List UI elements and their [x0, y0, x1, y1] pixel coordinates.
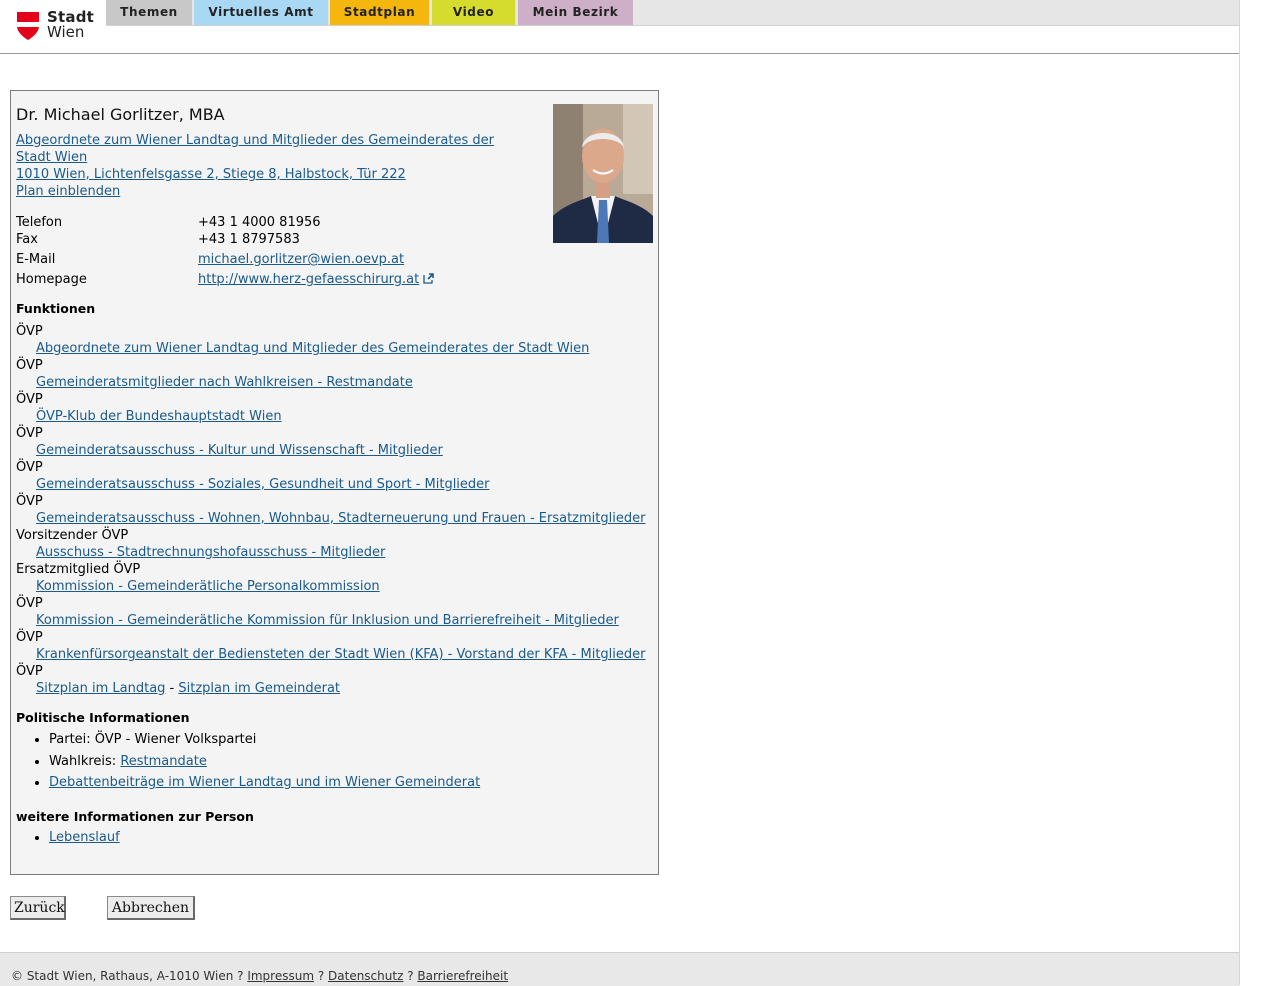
back-button[interactable]: Zurück — [10, 896, 66, 920]
seat-plan-gemeinderat-link[interactable]: Sitzplan im Gemeinderat — [178, 681, 340, 696]
function-link[interactable]: ÖVP-Klub der Bundeshauptstadt Wien — [16, 408, 656, 425]
function-item: ÖVP Gemeinderatsausschuss - Soziales, Ges… — [16, 459, 656, 493]
site-header: Stadt Wien Themen Virtuelles Amt Stadtpl… — [0, 0, 1239, 54]
function-party: ÖVP — [16, 358, 43, 373]
district-label: Wahlkreis: — [49, 753, 121, 769]
functions-heading: Funktionen — [16, 301, 96, 316]
district-item: Wahlkreis: Restmandate — [49, 751, 480, 773]
email-row: E-Mail michael.gorlitzer@wien.oevp.at — [16, 251, 616, 268]
political-info-heading: Politische Informationen — [16, 710, 190, 725]
tab-stadtplan[interactable]: Stadtplan — [330, 0, 429, 25]
cv-link[interactable]: Lebenslauf — [49, 830, 120, 845]
function-item: ÖVP Abgeordnete zum Wiener Landtag und Mi… — [16, 323, 656, 357]
function-item: ÖVP Krankenfürsorgeanstalt der Bedienstet… — [16, 629, 656, 663]
tab-video[interactable]: Video — [432, 0, 515, 25]
main-nav: Themen Virtuelles Amt Stadtplan Video Me… — [106, 0, 1239, 26]
tab-themen[interactable]: Themen — [106, 0, 192, 25]
function-party: Ersatzmitglied ÖVP — [16, 562, 141, 577]
phone-label: Telefon — [16, 215, 63, 230]
email-link[interactable]: michael.gorlitzer@wien.oevp.at — [198, 251, 404, 268]
fax-label: Fax — [16, 232, 38, 247]
function-link[interactable]: Abgeordnete zum Wiener Landtag und Mitgl… — [16, 340, 656, 357]
function-item: Ersatzmitglied ÖVP Kommission - Gemeinder… — [16, 561, 656, 595]
stadt-wien-logo[interactable]: Stadt Wien — [16, 10, 96, 42]
function-link[interactable]: Ausschuss - Stadtrechnungshofausschuss -… — [16, 544, 656, 561]
datenschutz-link[interactable]: Datenschutz — [328, 969, 403, 983]
copyright-text: © Stadt Wien, Rathaus, A-1010 Wien ? — [11, 969, 248, 983]
political-info-list: Partei: ÖVP - Wiener Volkspartei Wahlkre… — [16, 729, 480, 794]
function-link[interactable]: Gemeinderatsmitglieder nach Wahlkreisen … — [16, 374, 656, 391]
function-item: Vorsitzender ÖVP Ausschuss - Stadtrechnun… — [16, 527, 656, 561]
footer-separator: ? — [403, 969, 418, 983]
address-link[interactable]: 1010 Wien, Lichtenfelsgasse 2, Stiege 8,… — [16, 166, 516, 183]
impressum-link[interactable]: Impressum — [247, 969, 314, 983]
more-info-list: Lebenslauf — [16, 827, 120, 848]
more-info-heading: weitere Informationen zur Person — [16, 809, 254, 824]
function-link[interactable]: Kommission - Gemeinderätliche Personalko… — [16, 578, 656, 595]
homepage-label: Homepage — [16, 272, 87, 287]
function-party: ÖVP — [16, 324, 43, 339]
fax-value: +43 1 8797583 — [198, 232, 300, 247]
page-right-margin — [1239, 0, 1280, 985]
function-link[interactable]: Gemeinderatsausschuss - Wohnen, Wohnbau,… — [16, 510, 656, 527]
district-link[interactable]: Restmandate — [120, 754, 207, 769]
seating-plan-item: ÖVP Sitzplan im Landtag - Sitzplan im Ge… — [16, 663, 656, 697]
external-link-icon — [423, 273, 435, 284]
function-item: ÖVP Gemeinderatsausschuss - Kultur und Wi… — [16, 425, 656, 459]
phone-value: +43 1 4000 81956 — [198, 215, 321, 230]
function-item: ÖVP Kommission - Gemeinderätliche Kommiss… — [16, 595, 656, 629]
footer-separator: ? — [314, 969, 329, 983]
email-label: E-Mail — [16, 252, 56, 267]
function-link[interactable]: Gemeinderatsausschuss - Soziales, Gesund… — [16, 476, 656, 493]
function-party: ÖVP — [16, 664, 43, 679]
person-name: Dr. Michael Gorlitzer, MBA — [16, 105, 225, 124]
logo-line2: Wien — [47, 23, 85, 41]
cancel-button[interactable]: Abbrechen — [107, 896, 195, 920]
logo-text: Stadt Wien — [47, 10, 94, 40]
function-link[interactable]: Gemeinderatsausschuss - Kultur und Wisse… — [16, 442, 656, 459]
seat-plan-separator: - — [165, 681, 179, 696]
homepage-link[interactable]: http://www.herz-gefaesschirurg.at — [198, 272, 419, 287]
function-link[interactable]: Kommission - Gemeinderätliche Kommission… — [16, 612, 656, 629]
function-party: Vorsitzender ÖVP — [16, 528, 129, 543]
function-item: ÖVP Gemeinderatsausschuss - Wohnen, Wohnb… — [16, 493, 656, 527]
function-item: ÖVP ÖVP-Klub der Bundeshauptstadt Wien — [16, 391, 656, 425]
show-map-link[interactable]: Plan einblenden — [16, 183, 516, 200]
function-party: ÖVP — [16, 630, 43, 645]
homepage-row: Homepage http://www.herz-gefaesschirurg.… — [16, 271, 616, 288]
function-party: ÖVP — [16, 494, 43, 509]
footer-text: © Stadt Wien, Rathaus, A-1010 Wien ? Imp… — [11, 969, 508, 983]
person-links: Abgeordnete zum Wiener Landtag und Mitgl… — [16, 132, 516, 200]
party-item: Partei: ÖVP - Wiener Volkspartei — [49, 729, 480, 751]
function-item: ÖVP Gemeinderatsmitglieder nach Wahlkreis… — [16, 357, 656, 391]
contact-table: Telefon +43 1 4000 81956 Fax +43 1 87975… — [16, 214, 616, 288]
tab-mein-bezirk[interactable]: Mein Bezirk — [518, 0, 633, 25]
function-party: ÖVP — [16, 460, 43, 475]
phone-row: Telefon +43 1 4000 81956 — [16, 214, 616, 231]
role-link[interactable]: Abgeordnete zum Wiener Landtag und Mitgl… — [16, 132, 516, 166]
cv-item: Lebenslauf — [49, 827, 120, 848]
seat-plan-landtag-link[interactable]: Sitzplan im Landtag — [36, 681, 165, 696]
barrierefreiheit-link[interactable]: Barrierefreiheit — [417, 969, 508, 983]
debates-link[interactable]: Debattenbeiträge im Wiener Landtag und i… — [49, 775, 480, 790]
fax-row: Fax +43 1 8797583 — [16, 231, 616, 248]
debates-item: Debattenbeiträge im Wiener Landtag und i… — [49, 772, 480, 794]
homepage-value: http://www.herz-gefaesschirurg.at — [198, 271, 435, 288]
function-party: ÖVP — [16, 426, 43, 441]
tab-virtuelles-amt[interactable]: Virtuelles Amt — [194, 0, 328, 25]
function-party: ÖVP — [16, 596, 43, 611]
wien-shield-icon — [17, 12, 39, 40]
seating-plan-links: Sitzplan im Landtag - Sitzplan im Gemein… — [16, 680, 656, 697]
function-link[interactable]: Krankenfürsorgeanstalt der Bediensteten … — [16, 646, 656, 663]
person-detail-card: Dr. Michael Gorlitzer, MBA Abgeordnete z… — [10, 90, 659, 875]
site-footer: © Stadt Wien, Rathaus, A-1010 Wien ? Imp… — [0, 952, 1239, 986]
functions-list: ÖVP Abgeordnete zum Wiener Landtag und Mi… — [16, 323, 656, 697]
function-party: ÖVP — [16, 392, 43, 407]
